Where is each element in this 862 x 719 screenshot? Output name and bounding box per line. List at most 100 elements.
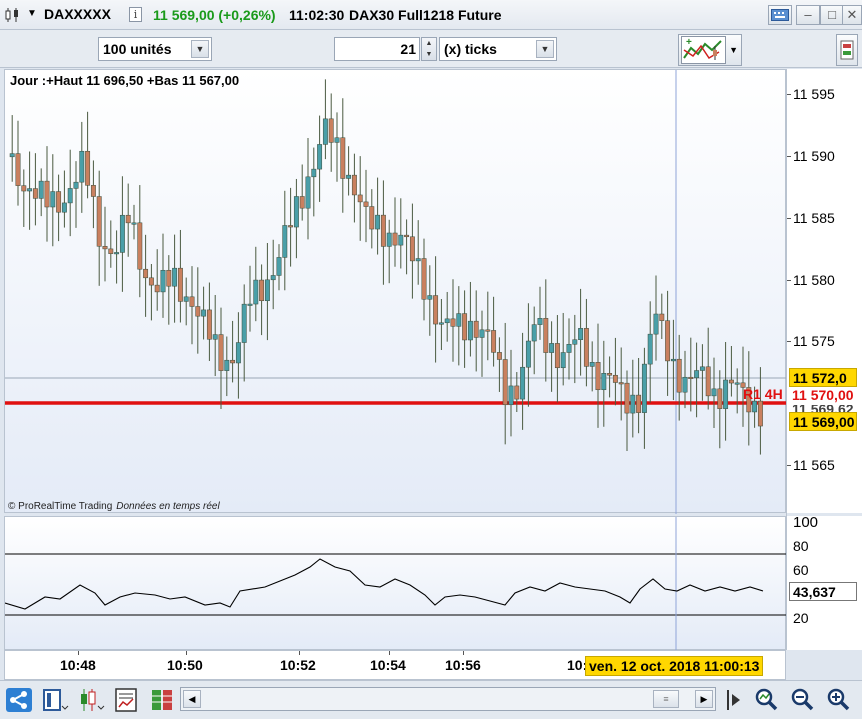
candle-body [485,329,491,332]
ticks-count-input[interactable]: 21 [334,37,420,61]
candle-body [56,191,62,213]
chart-type-icon [81,689,105,711]
candle-body [299,196,305,209]
candle-body [444,318,450,324]
candle-body [415,258,421,262]
keyboard-icon[interactable] [768,5,792,25]
y-tick [787,465,791,466]
scroll-thumb[interactable]: ≡ [653,690,679,708]
candle-body [380,214,386,247]
layout-button[interactable] [40,686,70,714]
candle-body [363,201,369,207]
time-scrollbar[interactable]: ◀ ≡ ▶ [180,687,716,711]
candle-body [311,168,317,178]
chart-type-button[interactable] [76,686,106,714]
price-tag-r1: 11 570,00 [789,386,857,405]
candle-body [676,358,682,393]
candle-body [386,232,392,247]
candle-body [450,318,456,327]
zoom-out-icon [791,688,814,711]
rsi-line[interactable] [5,517,787,651]
y-tick [787,341,791,342]
candle-body [375,214,381,230]
maximize-button[interactable]: □ [820,5,844,25]
candle-body [734,382,740,385]
info-icon[interactable]: i [129,7,142,22]
candle-body [467,320,473,341]
candlestick-series[interactable] [5,70,787,514]
candle-body [752,400,758,413]
step-down-icon[interactable]: ▼ [422,49,436,60]
candle-body [270,275,276,281]
candlestick-icon[interactable] [4,7,24,23]
ticks-stepper[interactable]: ▲ ▼ [421,37,437,61]
copyright: © ProRealTime Trading Données en temps ré… [8,501,220,512]
symbol-dropdown-icon[interactable]: ▼ [27,8,37,19]
candle-body [44,180,50,208]
trading-icon [152,690,172,710]
candle-body [50,191,56,208]
candle-body [90,185,96,197]
candle-body [114,252,120,255]
candle-body [96,196,102,247]
candle-body [235,342,241,364]
share-button[interactable] [4,686,34,714]
y-axis-label: 11 580 [793,272,835,288]
chevron-down-icon[interactable]: ▼ [729,45,738,55]
price-axis[interactable]: 11 595 11 590 11 585 11 580 11 575 11 56… [786,69,862,650]
x-axis-label: 10:48 [60,657,96,673]
candle-body [554,343,560,369]
candle-body [409,236,415,262]
rsi-axis-label: 60 [793,562,809,578]
scroll-left-button[interactable]: ◀ [183,690,201,708]
candle-body [201,309,207,317]
ticks-mode-select[interactable]: (x) ticks ▼ [439,37,557,61]
step-up-icon[interactable]: ▲ [422,38,436,49]
x-axis-label: 10:56 [445,657,481,673]
order-book-button[interactable] [112,686,142,714]
candle-body [427,295,433,300]
candle-body [282,225,288,258]
side-panel-button[interactable] [836,34,858,66]
close-button[interactable]: ✕ [842,5,862,25]
time-axis[interactable]: 10:48 10:50 10:52 10:54 10:56 10: ven. 1… [4,650,786,680]
candle-body [15,153,21,186]
candle-body [647,333,653,365]
candle-body [728,379,734,384]
x-axis-label: 10:50 [167,657,203,673]
rsi-axis-label: 100 [793,514,819,531]
title-bar: ▼ DAXXXXX i 11 569,00 (+0,26%) 11:02:30 … [0,0,862,30]
zoom-in-button[interactable] [824,686,854,714]
minimize-button[interactable]: – [796,5,820,25]
x-tick [299,651,300,655]
candle-body [322,118,328,145]
candle-body [102,246,108,250]
candle-body [694,370,700,379]
candle-body [230,359,236,364]
candle-body [549,343,555,353]
chevron-down-icon[interactable]: ▼ [191,40,209,58]
candle-body [670,358,676,362]
units-value: 100 unités [103,41,172,57]
zoom-fit-button[interactable] [752,686,782,714]
candle-body [166,269,172,287]
side-panel-icon [840,40,854,60]
rsi-indicator[interactable] [4,516,787,651]
scroll-right-button[interactable]: ▶ [695,690,713,708]
price-chart[interactable]: Jour :+Haut 11 696,50 +Bas 11 567,00 © P… [4,69,787,514]
trading-button[interactable] [148,686,178,714]
candle-body [682,376,688,393]
units-select[interactable]: 100 unités ▼ [98,37,212,61]
candle-body [293,196,299,228]
zoom-out-button[interactable] [788,686,818,714]
chevron-down-icon[interactable]: ▼ [536,40,554,58]
candle-body [531,324,537,342]
instrument-symbol[interactable]: DAXXXXX [44,6,111,22]
candle-body [705,366,711,397]
end-marker-button[interactable] [720,686,746,714]
candle-body [276,257,282,276]
y-tick [787,218,791,219]
indicators-button[interactable]: + ▼ [678,34,742,66]
candle-body [61,202,67,213]
candle-body [560,352,566,369]
